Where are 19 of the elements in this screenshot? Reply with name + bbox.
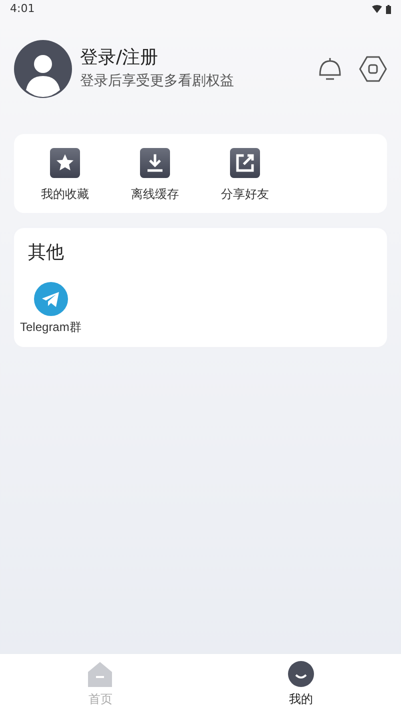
paper-plane-icon [34,282,68,316]
login-subtitle: 登录后享受更多看剧权益 [80,72,235,91]
download-icon [140,148,170,178]
nav-tab[interactable]: 我的 [200,654,401,714]
smile-icon [288,660,314,686]
quick-action-button[interactable]: 分享好友 [209,148,281,203]
avatar-icon[interactable] [14,40,72,98]
quick-action-button[interactable]: 离线缓存 [119,148,191,203]
settings-icon[interactable] [359,56,387,82]
wifi-icon [372,5,382,13]
section-title: 其他 [28,241,65,265]
quick-action-button[interactable]: 我的收藏 [29,148,101,203]
login-title[interactable]: 登录/注册 [80,46,317,70]
telegram-group-button[interactable]: Telegram群 [20,282,82,336]
bell-icon[interactable] [317,56,343,82]
battery-icon [386,4,391,14]
share-icon [230,148,260,178]
home-icon [87,660,114,686]
status-time: 4:01 [10,0,35,17]
